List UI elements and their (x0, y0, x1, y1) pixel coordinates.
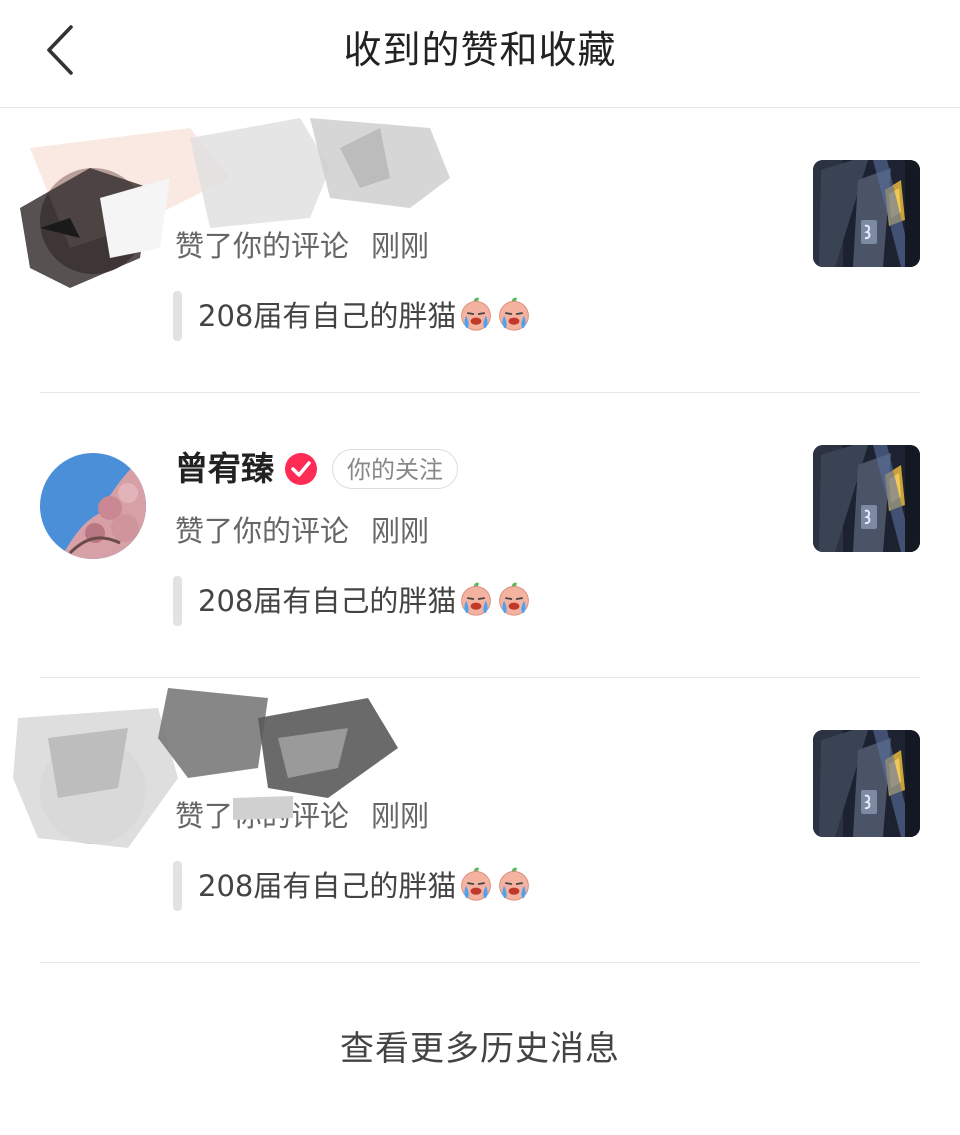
quote-text: 208届有自己的胖猫 (198, 299, 457, 333)
top-bar: 收到的赞和收藏 (0, 0, 960, 108)
name-row: 曾宥臻 你的关注 (175, 447, 458, 491)
post-thumbnail[interactable] (813, 730, 920, 837)
crying-face-icon (458, 581, 494, 617)
time-label: 刚刚 (371, 229, 430, 263)
verified-badge-icon (285, 453, 317, 485)
crying-face-icon (458, 866, 494, 902)
action-text: 赞了你的评论 (175, 799, 350, 833)
crying-face-icon (496, 581, 532, 617)
action-line: 赞了你的评论 刚刚 (175, 511, 429, 551)
action-text: 赞了你的评论 (175, 514, 350, 548)
action-line: 赞了你的评论 刚刚 (175, 796, 429, 836)
crying-face-icon (496, 296, 532, 332)
action-text: 赞了你的评论 (175, 229, 350, 263)
view-more-history-link[interactable]: 查看更多历史消息 (0, 1025, 960, 1073)
notification-item[interactable]: 赞了你的评论 刚刚 208届有自己的胖猫 (20, 108, 920, 393)
page-title: 收到的赞和收藏 (343, 28, 617, 72)
quote-bar (173, 291, 182, 341)
avatar[interactable] (40, 738, 146, 844)
quote-bar (173, 576, 182, 626)
comment-quote[interactable]: 208届有自己的胖猫 (173, 861, 532, 911)
crying-face-icon (496, 866, 532, 902)
avatar[interactable] (40, 168, 146, 274)
comment-quote[interactable]: 208届有自己的胖猫 (173, 291, 532, 341)
time-label: 刚刚 (371, 799, 430, 833)
notification-item[interactable]: 赞了你的评论 刚刚 208届有自己的胖猫 (13, 678, 920, 963)
post-thumbnail[interactable] (813, 445, 920, 552)
post-thumbnail[interactable] (813, 160, 920, 267)
quote-text: 208届有自己的胖猫 (198, 584, 457, 618)
notification-item[interactable]: 曾宥臻 你的关注 赞了你的评论 刚刚 208届有自己的胖猫 (40, 393, 920, 678)
crying-face-icon (458, 296, 494, 332)
comment-quote[interactable]: 208届有自己的胖猫 (173, 576, 532, 626)
thumbnail-image (813, 160, 920, 267)
user-name[interactable]: 曾宥臻 (175, 447, 274, 491)
time-label: 刚刚 (371, 514, 430, 548)
avatar-image (40, 453, 146, 559)
thumbnail-image (813, 730, 920, 837)
quote-text: 208届有自己的胖猫 (198, 869, 457, 903)
action-line: 赞了你的评论 刚刚 (175, 226, 429, 266)
avatar[interactable] (40, 453, 146, 559)
following-tag: 你的关注 (332, 449, 458, 489)
quote-bar (173, 861, 182, 911)
thumbnail-image (813, 445, 920, 552)
